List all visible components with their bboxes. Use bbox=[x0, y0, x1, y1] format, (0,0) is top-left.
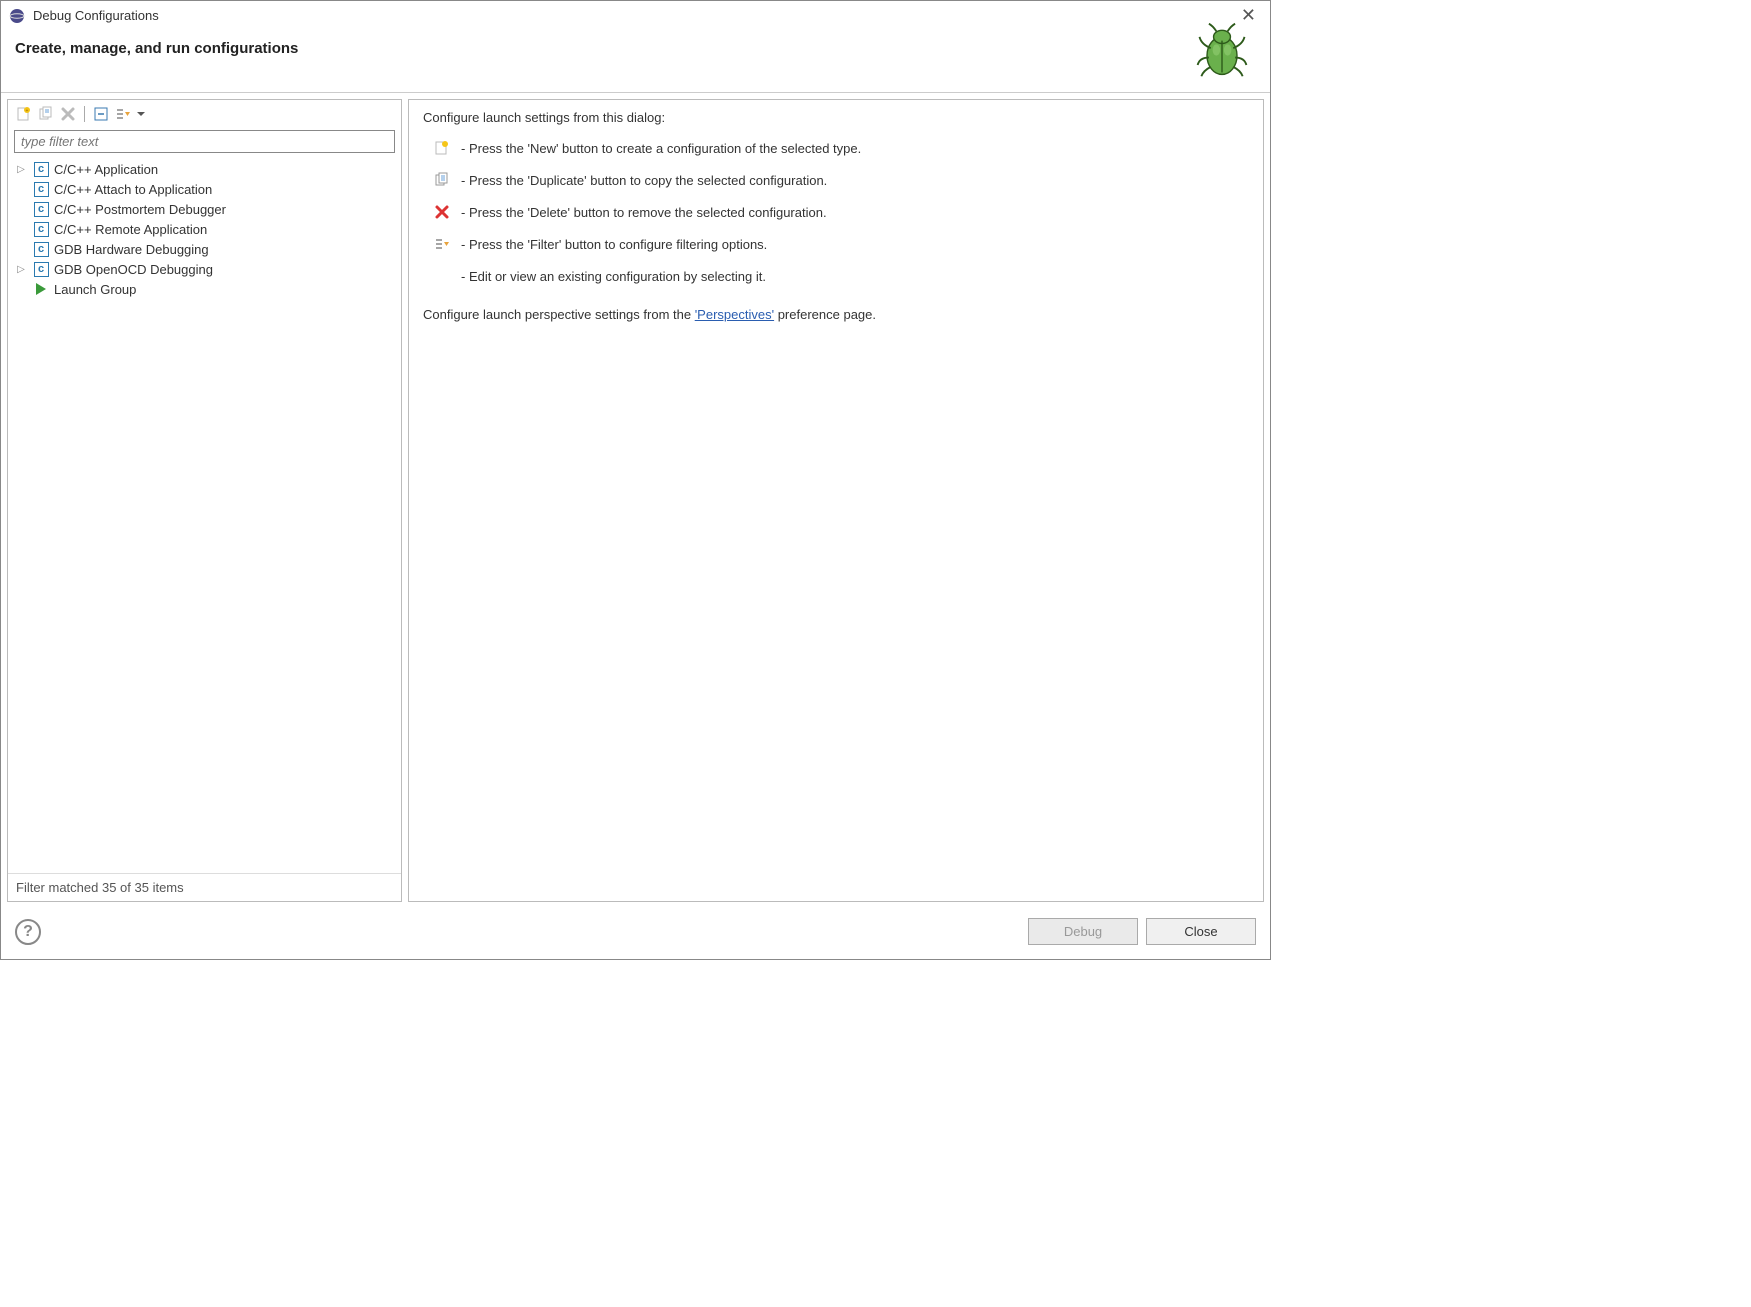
help-text: - Press the 'Filter' button to configure… bbox=[461, 237, 767, 252]
c-file-icon: c bbox=[33, 221, 49, 237]
debug-button[interactable]: Debug bbox=[1028, 918, 1138, 945]
help-text-before: Configure launch perspective settings fr… bbox=[423, 307, 695, 322]
filter-dropdown-button[interactable] bbox=[135, 104, 147, 124]
config-tree[interactable]: ▷ c C/C++ Application c C/C++ Attach to … bbox=[8, 155, 401, 873]
dialog-footer: ? Debug Close bbox=[1, 908, 1270, 959]
perspectives-link[interactable]: 'Perspectives' bbox=[695, 307, 774, 322]
tree-item-gdb-openocd[interactable]: ▷ c GDB OpenOCD Debugging bbox=[14, 259, 395, 279]
expand-arrow-icon[interactable]: ▷ bbox=[14, 264, 28, 275]
dialog-content: + bbox=[1, 93, 1270, 908]
help-text: - Press the 'Delete' button to remove th… bbox=[461, 205, 827, 220]
duplicate-config-button[interactable] bbox=[36, 104, 56, 124]
c-file-icon: c bbox=[33, 201, 49, 217]
tree-item-gdb-hardware[interactable]: c GDB Hardware Debugging bbox=[14, 239, 395, 259]
help-intro: Configure launch settings from this dial… bbox=[423, 110, 1249, 125]
svg-text:+: + bbox=[26, 108, 29, 114]
expand-arrow-icon[interactable]: ▷ bbox=[14, 164, 28, 175]
help-line-filter: - Press the 'Filter' button to configure… bbox=[423, 231, 1249, 257]
help-perspective-line: Configure launch perspective settings fr… bbox=[423, 307, 1249, 322]
filter-input[interactable] bbox=[14, 130, 395, 153]
c-file-icon: c bbox=[33, 241, 49, 257]
tree-item-label: C/C++ Application bbox=[54, 162, 158, 177]
tree-item-label: GDB OpenOCD Debugging bbox=[54, 262, 213, 277]
titlebar: Debug Configurations ✕ bbox=[1, 1, 1270, 30]
tree-item-launch-group[interactable]: Launch Group bbox=[14, 279, 395, 299]
debug-bug-icon bbox=[1192, 20, 1252, 80]
blank-icon bbox=[433, 267, 451, 285]
collapse-all-button[interactable] bbox=[91, 104, 111, 124]
help-line-delete: - Press the 'Delete' button to remove th… bbox=[423, 199, 1249, 225]
tree-item-label: C/C++ Postmortem Debugger bbox=[54, 202, 226, 217]
window-title: Debug Configurations bbox=[33, 8, 159, 23]
delete-icon bbox=[433, 203, 451, 221]
help-line-duplicate: - Press the 'Duplicate' button to copy t… bbox=[423, 167, 1249, 193]
right-panel: Configure launch settings from this dial… bbox=[408, 99, 1264, 902]
left-panel: + bbox=[7, 99, 402, 902]
filter-status: Filter matched 35 of 35 items bbox=[8, 873, 401, 901]
new-file-icon bbox=[433, 139, 451, 157]
close-button[interactable]: Close bbox=[1146, 918, 1256, 945]
tree-item-label: C/C++ Attach to Application bbox=[54, 182, 212, 197]
help-line-new: - Press the 'New' button to create a con… bbox=[423, 135, 1249, 161]
filter-button[interactable] bbox=[113, 104, 133, 124]
tree-item-cpp-remote[interactable]: c C/C++ Remote Application bbox=[14, 219, 395, 239]
help-text: - Press the 'Duplicate' button to copy t… bbox=[461, 173, 827, 188]
c-file-icon: c bbox=[33, 161, 49, 177]
duplicate-icon bbox=[433, 171, 451, 189]
toolbar-separator bbox=[84, 106, 85, 122]
delete-config-button[interactable] bbox=[58, 104, 78, 124]
help-text: - Edit or view an existing configuration… bbox=[461, 269, 766, 284]
dialog-header: Create, manage, and run configurations bbox=[1, 30, 1270, 93]
eclipse-icon bbox=[9, 8, 25, 24]
tree-item-label: Launch Group bbox=[54, 282, 136, 297]
help-button[interactable]: ? bbox=[15, 919, 41, 945]
tree-item-label: C/C++ Remote Application bbox=[54, 222, 207, 237]
toolbar: + bbox=[8, 100, 401, 128]
tree-item-cpp-attach[interactable]: c C/C++ Attach to Application bbox=[14, 179, 395, 199]
tree-item-cpp-application[interactable]: ▷ c C/C++ Application bbox=[14, 159, 395, 179]
header-subtitle: Create, manage, and run configurations bbox=[15, 40, 298, 57]
c-file-icon: c bbox=[33, 261, 49, 277]
tree-item-cpp-postmortem[interactable]: c C/C++ Postmortem Debugger bbox=[14, 199, 395, 219]
play-icon bbox=[33, 281, 49, 297]
tree-item-label: GDB Hardware Debugging bbox=[54, 242, 209, 257]
help-text: - Press the 'New' button to create a con… bbox=[461, 141, 861, 156]
new-config-button[interactable]: + bbox=[14, 104, 34, 124]
filter-icon bbox=[433, 235, 451, 253]
help-line-edit: - Edit or view an existing configuration… bbox=[423, 263, 1249, 289]
c-file-icon: c bbox=[33, 181, 49, 197]
help-text-after: preference page. bbox=[774, 307, 876, 322]
